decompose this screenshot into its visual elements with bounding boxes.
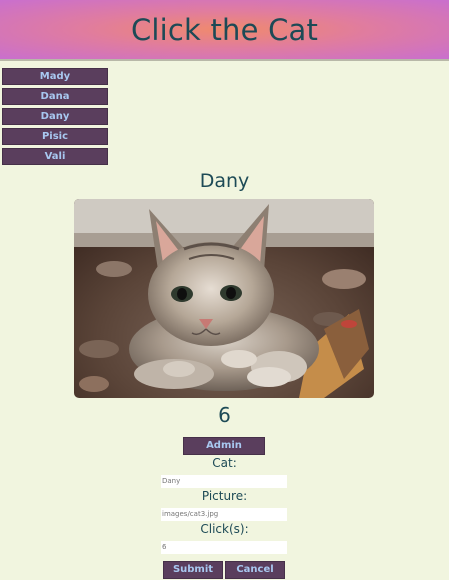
clicks-label: Click(s): [200, 522, 249, 536]
cat-name-label: Cat: [212, 456, 237, 470]
admin-button[interactable]: Admin [183, 437, 265, 455]
cat-button-mady[interactable]: Mady [2, 68, 108, 85]
current-cat-name: Dany [199, 170, 250, 192]
cat-button-dany[interactable]: Dany [2, 108, 108, 125]
picture-label: Picture: [201, 489, 248, 503]
page-header: Click the Cat [0, 0, 449, 61]
cat-button-dana[interactable]: Dana [2, 88, 108, 105]
kitten-photo-icon [74, 199, 374, 398]
cat-image[interactable] [74, 199, 374, 398]
clicks-input[interactable]: 6 [161, 541, 287, 554]
cat-list: Mady Dana Dany Pisic Vali [2, 68, 108, 168]
cat-button-pisic[interactable]: Pisic [2, 128, 108, 145]
click-count: 6 [218, 403, 231, 427]
submit-button[interactable]: Submit [163, 561, 223, 579]
cat-name-input[interactable]: Dany [161, 475, 287, 488]
page-title: Click the Cat [130, 12, 319, 47]
picture-input[interactable]: images/cat3.jpg [161, 508, 287, 521]
cancel-button[interactable]: Cancel [225, 561, 285, 579]
cat-button-vali[interactable]: Vali [2, 148, 108, 165]
